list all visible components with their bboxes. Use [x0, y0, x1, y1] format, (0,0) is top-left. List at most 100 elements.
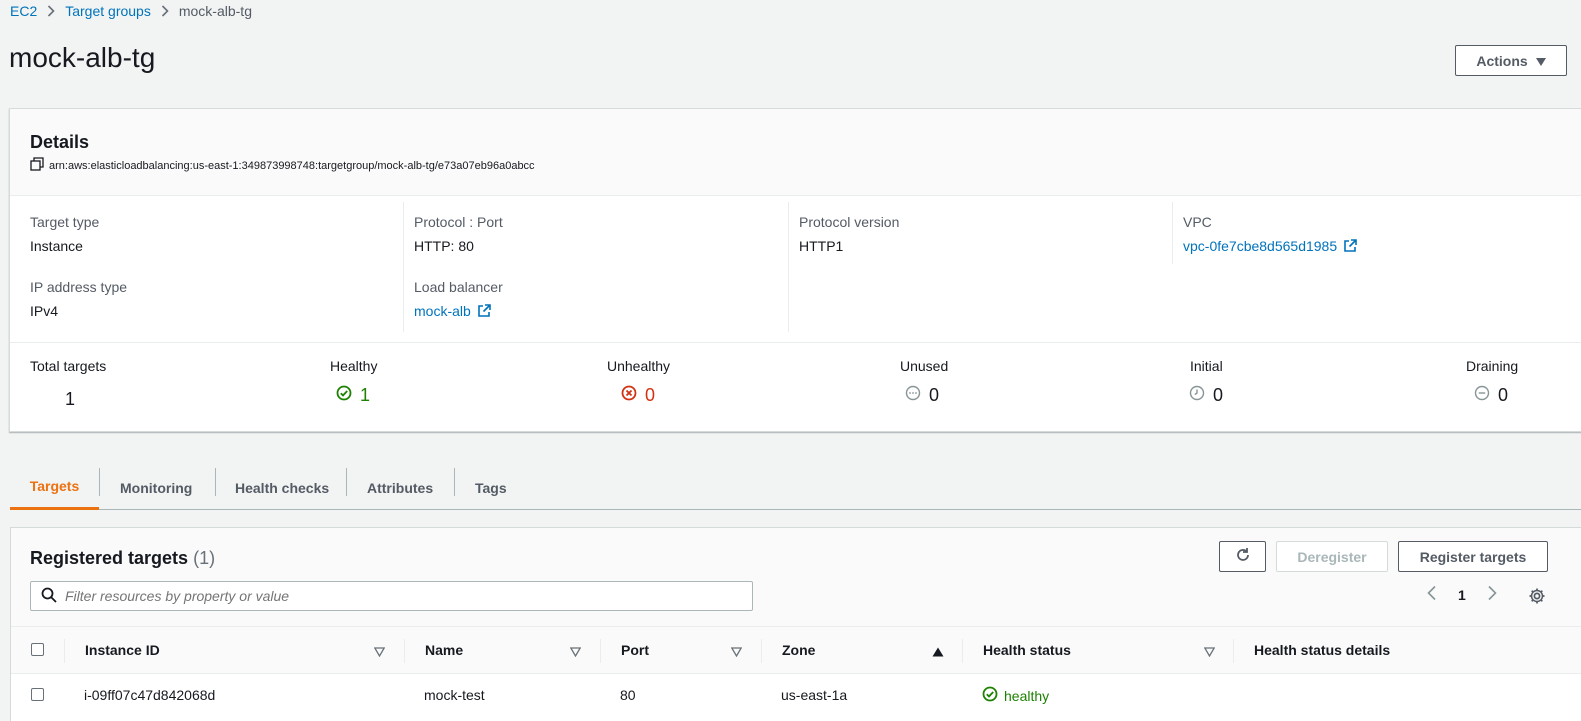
initial-label: Initial: [1190, 358, 1223, 374]
ellipsis-circle-icon: [905, 385, 921, 406]
total-targets-label: Total targets: [30, 358, 107, 374]
tab-tags[interactable]: Tags: [475, 465, 507, 510]
column-name[interactable]: Name: [425, 642, 463, 658]
details-panel: Details arn:aws:elasticloadbalancing:us-…: [9, 108, 1581, 432]
row-port: 80: [620, 687, 636, 703]
table-header: Instance ID Name Port Zone Health status…: [11, 626, 1581, 674]
sort-icon[interactable]: [569, 644, 582, 660]
target-type-label: Target type: [30, 214, 100, 230]
tab-divider: [454, 468, 455, 496]
protocol-port-value: HTTP: 80: [414, 238, 474, 254]
details-header: Details arn:aws:elasticloadbalancing:us-…: [10, 109, 1581, 196]
table-row[interactable]: i-09ff07c47d842068d mock-test 80 us-east…: [11, 674, 1581, 714]
tab-attributes[interactable]: Attributes: [367, 465, 433, 510]
registered-targets-count: (1): [193, 548, 216, 568]
protocol-version-label: Protocol version: [799, 214, 900, 230]
search-input[interactable]: [65, 588, 725, 604]
unhealthy-count: 0: [621, 385, 655, 406]
unhealthy-value: 0: [645, 385, 656, 405]
registered-targets-title: Registered targets (1): [30, 548, 215, 569]
column-divider: [761, 639, 762, 663]
check-circle-icon: [982, 686, 998, 705]
column-divider: [1233, 639, 1234, 663]
actions-button[interactable]: Actions: [1455, 45, 1567, 76]
tab-divider: [215, 468, 216, 496]
initial-value: 0: [1213, 385, 1224, 405]
chevron-left-icon[interactable]: [1426, 585, 1438, 604]
healthy-count: 1: [336, 385, 370, 406]
chevron-right-icon: [47, 5, 55, 17]
details-divider: [10, 342, 1581, 343]
minus-circle-icon: [1474, 385, 1490, 406]
sort-icon[interactable]: [373, 644, 386, 660]
healthy-value: 1: [360, 385, 371, 405]
x-circle-icon: [621, 385, 637, 406]
breadcrumb: EC2 Target groups mock-alb-tg: [10, 2, 252, 20]
sort-icon[interactable]: [1203, 644, 1216, 660]
protocol-port-label: Protocol : Port: [414, 214, 503, 230]
register-targets-button[interactable]: Register targets: [1398, 541, 1548, 572]
sort-icon[interactable]: [730, 644, 743, 660]
registered-targets-title-text: Registered targets: [30, 548, 189, 568]
column-divider: [64, 639, 65, 663]
sort-ascending-icon[interactable]: [932, 644, 944, 660]
search-icon: [41, 587, 57, 606]
breadcrumb-current: mock-alb-tg: [178, 3, 252, 19]
refresh-icon: [1235, 547, 1251, 566]
external-link-icon[interactable]: [477, 304, 491, 318]
ip-address-type-label: IP address type: [30, 279, 128, 295]
draining-count: 0: [1474, 385, 1508, 406]
load-balancer-link[interactable]: mock-alb: [414, 303, 491, 319]
pagination: 1: [1426, 585, 1498, 604]
column-health-status-details[interactable]: Health status details: [1254, 642, 1390, 658]
column-zone[interactable]: Zone: [782, 642, 815, 658]
tab-monitoring[interactable]: Monitoring: [120, 465, 192, 510]
ip-address-type-value: IPv4: [30, 303, 59, 319]
load-balancer-value[interactable]: mock-alb: [414, 303, 471, 319]
page-title: mock-alb-tg: [9, 42, 156, 73]
registered-targets-header: Registered targets (1) Deregister Regist…: [11, 528, 1581, 626]
settings-gear-icon[interactable]: [1528, 587, 1546, 608]
deregister-button[interactable]: Deregister: [1276, 541, 1388, 572]
column-divider: [600, 639, 601, 663]
breadcrumb-ec2[interactable]: EC2: [10, 3, 37, 19]
column-health-status[interactable]: Health status: [983, 642, 1071, 658]
registered-targets-panel: Registered targets (1) Deregister Regist…: [10, 527, 1581, 721]
tab-divider: [99, 468, 100, 496]
chevron-right-icon: [161, 5, 169, 17]
instance-id-link[interactable]: i-09ff07c47d842068d: [84, 687, 215, 703]
unused-label: Unused: [900, 358, 949, 374]
healthy-label: Healthy: [330, 358, 378, 374]
breadcrumb-target-groups[interactable]: Target groups: [65, 3, 151, 19]
row-zone: us-east-1a: [781, 687, 848, 703]
arn-value: arn:aws:elasticloadbalancing:us-east-1:3…: [49, 159, 535, 172]
vpc-link[interactable]: vpc-0fe7cbe8d565d1985: [1183, 238, 1357, 254]
select-all-checkbox[interactable]: [31, 643, 44, 656]
details-title: Details: [30, 132, 90, 152]
vpc-value[interactable]: vpc-0fe7cbe8d565d1985: [1183, 238, 1337, 254]
check-circle-icon: [336, 385, 352, 406]
row-checkbox[interactable]: [31, 688, 44, 701]
tab-targets[interactable]: Targets: [10, 465, 99, 510]
search-box[interactable]: [30, 581, 753, 611]
copy-icon[interactable]: [30, 157, 44, 174]
external-link-icon[interactable]: [1343, 239, 1357, 253]
load-balancer-label: Load balancer: [414, 279, 503, 295]
unused-value: 0: [929, 385, 940, 405]
column-divider: [404, 639, 405, 663]
initial-count: 0: [1189, 385, 1223, 406]
column-port[interactable]: Port: [621, 642, 649, 658]
page-number[interactable]: 1: [1458, 587, 1466, 603]
caret-down-icon: [1535, 53, 1546, 69]
row-name: mock-test: [424, 687, 485, 703]
protocol-version-value: HTTP1: [799, 238, 844, 254]
tab-bar: Targets Monitoring Health checks Attribu…: [10, 465, 1581, 510]
refresh-button[interactable]: [1219, 541, 1266, 572]
health-status-value: healthy: [1004, 687, 1050, 704]
tab-health-checks[interactable]: Health checks: [235, 465, 329, 510]
chevron-right-icon[interactable]: [1486, 585, 1498, 604]
column-divider: [962, 639, 963, 663]
column-instance-id[interactable]: Instance ID: [85, 642, 160, 658]
clock-icon: [1189, 385, 1205, 406]
total-targets-value: 1: [65, 389, 76, 409]
